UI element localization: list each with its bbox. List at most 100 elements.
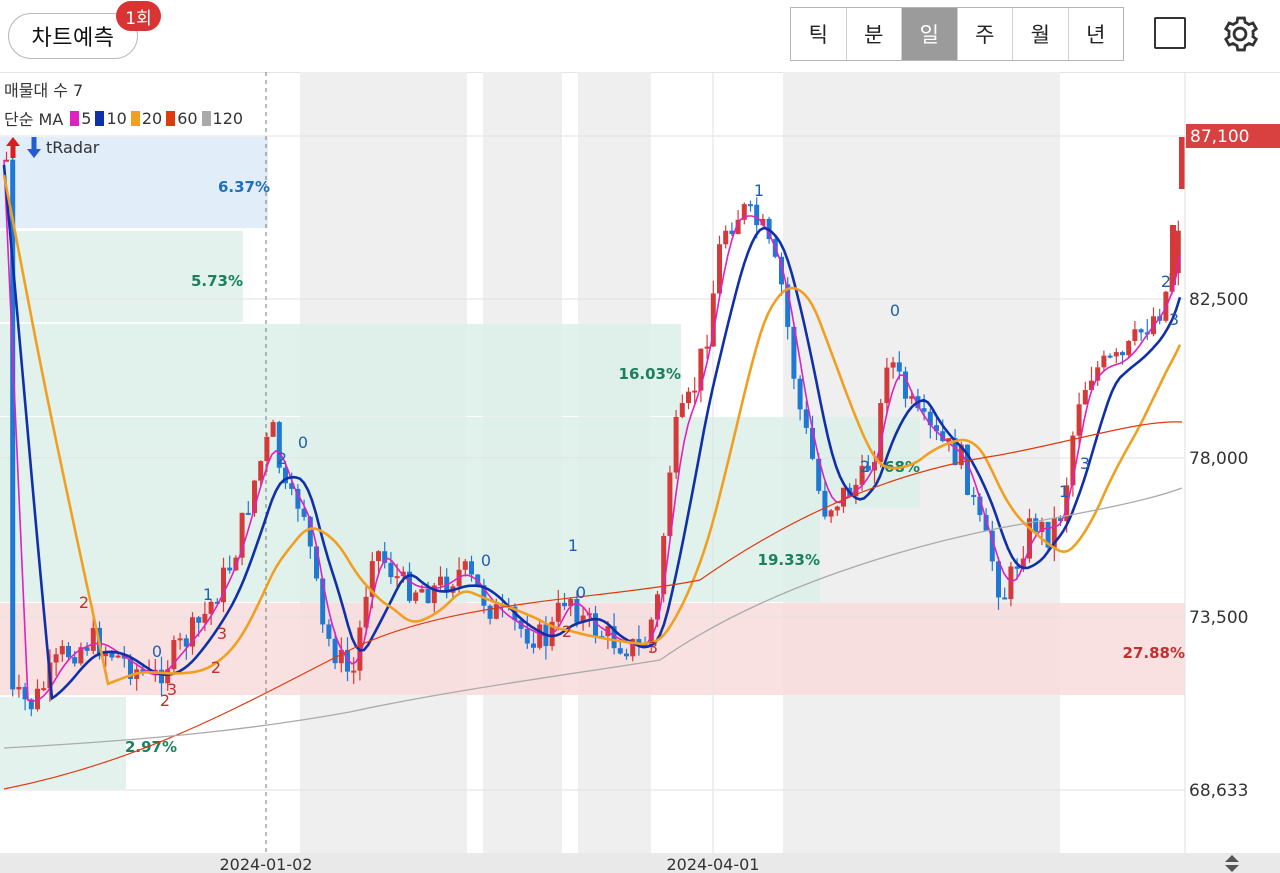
- candle-body: [177, 638, 183, 641]
- candle-body: [394, 576, 400, 579]
- signal-marker: 2: [860, 457, 870, 476]
- candle-body: [1179, 137, 1185, 189]
- candle-body: [1126, 341, 1132, 356]
- x-tick-label: 2024-01-02: [220, 855, 313, 873]
- candle-body: [834, 506, 840, 511]
- candle-body: [797, 378, 803, 410]
- ma-legend-swatch-10: [95, 110, 105, 126]
- candle-body: [1138, 329, 1144, 333]
- signal-marker: 3: [1169, 310, 1179, 329]
- period-tabs: 틱 분 일 주 월 년: [790, 7, 1124, 61]
- candle-body: [16, 686, 22, 690]
- candle-body: [896, 362, 902, 372]
- candle-body: [1120, 352, 1125, 356]
- ma-legend-swatch-60: [166, 110, 176, 126]
- candle-body: [748, 204, 753, 207]
- candle-body: [487, 605, 493, 619]
- signal-marker: 3: [648, 638, 658, 657]
- candle-body: [971, 494, 977, 497]
- candle-body: [524, 628, 530, 644]
- candle-body: [376, 551, 381, 562]
- candle-body: [537, 624, 543, 648]
- candle-body: [692, 390, 698, 393]
- candle-body: [996, 561, 1001, 598]
- signal-marker: 1: [1059, 482, 1069, 501]
- ma-legend-label-10: 10: [106, 108, 127, 128]
- chart-predict-label: 차트예측: [31, 26, 115, 51]
- candle-body: [388, 562, 394, 578]
- tradar-legend[interactable]: tRadar: [4, 134, 99, 160]
- candle-body: [326, 624, 332, 639]
- candle-body: [413, 592, 419, 601]
- tab-tick[interactable]: 틱: [791, 8, 847, 60]
- candle-body: [227, 567, 233, 571]
- zone-label: 16.03%: [619, 365, 681, 383]
- tab-month[interactable]: 월: [1013, 8, 1069, 60]
- candle-body: [617, 648, 623, 654]
- ma-legend-label-5: 5: [81, 108, 92, 128]
- candle-body: [258, 461, 264, 481]
- y-tick-label: 82,500: [1189, 290, 1248, 310]
- candle-body: [115, 655, 121, 658]
- candle-body: [425, 589, 431, 604]
- candle-body: [723, 230, 729, 245]
- x-axis-bar: [0, 853, 1280, 873]
- candle-body: [828, 510, 834, 517]
- x-tick-label: 2024-04-01: [667, 855, 760, 873]
- ma-legend-swatch-120: [201, 110, 211, 126]
- candle-body: [351, 670, 357, 673]
- tab-year[interactable]: 년: [1069, 8, 1124, 60]
- candle-body: [679, 403, 685, 417]
- candle-body: [264, 436, 270, 462]
- signal-marker: 0: [890, 301, 900, 320]
- candle-body: [704, 346, 710, 349]
- up-down-arrows-icon: [6, 137, 41, 158]
- candle-body: [1132, 329, 1138, 342]
- signal-marker: 2: [1161, 272, 1171, 291]
- candle-body: [1101, 355, 1107, 368]
- candle-body: [320, 578, 326, 625]
- candle-body: [438, 576, 443, 586]
- candle-body: [245, 512, 251, 515]
- candle-body: [1107, 355, 1113, 358]
- candle-body: [462, 561, 468, 570]
- tab-day[interactable]: 일: [902, 8, 958, 60]
- tab-week[interactable]: 주: [958, 8, 1013, 60]
- tab-minute[interactable]: 분: [847, 8, 902, 60]
- signal-marker: 2: [277, 449, 287, 468]
- ma-legend-label-120: 120: [212, 108, 244, 128]
- candle-body: [1008, 566, 1014, 600]
- candlestick-chart[interactable]: 6.37%5.73%16.03%19.33%68%27.88%2.97%2021…: [0, 72, 1280, 873]
- predict-count-badge: 1회: [116, 1, 161, 31]
- signal-marker: 0: [481, 551, 491, 570]
- candle-body: [890, 362, 896, 368]
- zone-label: 19.33%: [758, 551, 820, 569]
- candle-body: [1033, 518, 1039, 533]
- candle-body: [1076, 404, 1082, 436]
- ma-legend: 단순 MA 5 10 20 60 120: [4, 106, 243, 130]
- candle-body: [59, 646, 65, 655]
- fullscreen-square-icon[interactable]: [1154, 17, 1186, 49]
- ma-legend-swatch-5: [70, 110, 80, 126]
- candle-body: [1002, 597, 1008, 600]
- candle-body: [1082, 389, 1088, 405]
- signal-marker: 1: [568, 536, 578, 555]
- signal-marker: 2: [562, 622, 572, 641]
- signal-marker: 0: [152, 642, 162, 661]
- candle-body: [332, 638, 338, 664]
- candle-body: [90, 627, 96, 651]
- signal-marker: 3: [217, 624, 227, 643]
- candle-body: [53, 654, 59, 663]
- candle-body: [531, 643, 536, 648]
- candle-body: [1113, 352, 1119, 357]
- candle-body: [562, 602, 567, 607]
- top-toolbar: 차트예측 1회 틱 분 일 주 월 년: [0, 0, 1280, 73]
- candle-body: [921, 408, 927, 412]
- ma-legend-label-20: 20: [141, 108, 163, 128]
- gear-icon[interactable]: [1219, 13, 1261, 55]
- candle-body: [41, 688, 47, 691]
- y-tick-label: 78,000: [1189, 449, 1248, 469]
- candle-body: [66, 646, 71, 658]
- signal-marker: 1: [754, 181, 764, 200]
- current-price-label: 87,100: [1190, 127, 1249, 147]
